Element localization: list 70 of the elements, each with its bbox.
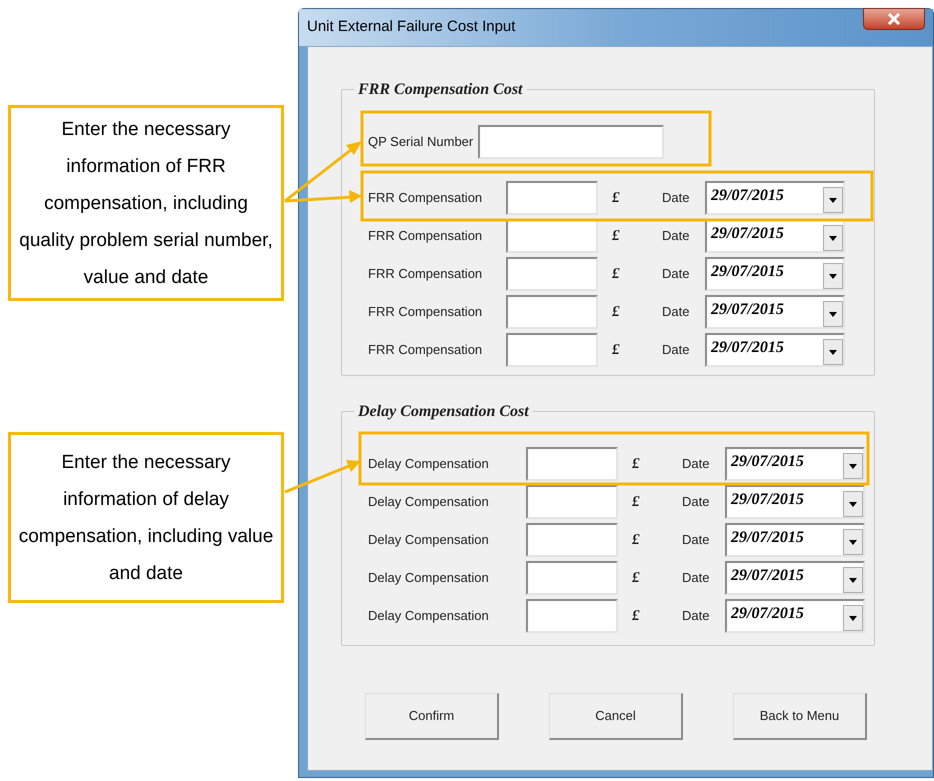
currency-symbol: £ [632, 492, 640, 512]
dialog-button[interactable]: Back to Menu [733, 693, 867, 740]
input-field[interactable] [506, 295, 598, 329]
field-label: Delay Compensation [368, 569, 490, 588]
window-title: Unit External Failure Cost Input [307, 17, 516, 38]
dialog-button[interactable]: Cancel [549, 693, 683, 740]
date-dropdown[interactable]: 29/07/2015 [705, 333, 845, 367]
field-label: FRR Compensation [368, 341, 484, 360]
input-field[interactable] [506, 257, 598, 291]
date-dropdown[interactable]: 29/07/2015 [725, 523, 865, 557]
currency-symbol: £ [632, 606, 640, 626]
close-icon [887, 13, 901, 25]
dropdown-arrow-icon [849, 464, 857, 468]
field-label: Date [662, 303, 690, 322]
currency-symbol: £ [632, 454, 640, 474]
dropdown-arrow-icon [829, 350, 837, 354]
callout-text: Enter the necessary information of delay compensation, including value and date [18, 450, 274, 586]
field-label: Date [662, 227, 690, 246]
dropdown-arrow-icon [849, 540, 857, 544]
dropdown-arrow-icon [849, 502, 857, 506]
date-dropdown[interactable]: 29/07/2015 [725, 447, 865, 481]
dialog-button[interactable]: Confirm [365, 693, 499, 740]
currency-symbol: £ [612, 302, 620, 322]
field-label: Delay Compensation [368, 531, 490, 550]
field-label: Date [682, 569, 710, 588]
input-field[interactable] [506, 181, 598, 215]
date-dropdown[interactable]: 29/07/2015 [725, 599, 865, 633]
field-label: Date [662, 189, 690, 208]
field-label: Delay Compensation [368, 455, 490, 474]
dropdown-arrow-icon [829, 312, 837, 316]
field-label: FRR Compensation [368, 303, 484, 322]
field-label: Date [662, 265, 690, 284]
dropdown-arrow-icon [849, 616, 857, 620]
input-field[interactable] [526, 485, 618, 519]
currency-symbol: £ [612, 264, 620, 284]
dropdown-arrow-icon [829, 274, 837, 278]
input-field[interactable] [526, 447, 618, 481]
field-label: FRR Compensation [368, 227, 484, 246]
field-label: Date [662, 341, 690, 360]
date-dropdown[interactable]: 29/07/2015 [705, 295, 845, 329]
field-label: Date [682, 493, 710, 512]
date-dropdown[interactable]: 29/07/2015 [725, 561, 865, 595]
date-dropdown[interactable]: 29/07/2015 [705, 181, 845, 215]
field-label: Delay Compensation [368, 607, 490, 626]
field-label: Date [682, 455, 710, 474]
field-label: Date [682, 607, 710, 626]
dropdown-arrow-icon [829, 236, 837, 240]
close-button[interactable] [863, 8, 925, 30]
callout-text: Enter the necessary information of FRR compensation, including quality problem serial number, value and date [18, 118, 274, 290]
field-label: Delay Compensation [368, 493, 490, 512]
currency-symbol: £ [612, 340, 620, 360]
input-field[interactable] [506, 219, 598, 253]
input-field[interactable] [526, 523, 618, 557]
field-label: FRR Compensation [368, 189, 484, 208]
currency-symbol: £ [632, 530, 640, 550]
currency-symbol: £ [612, 188, 620, 208]
input-field[interactable] [526, 561, 618, 595]
field-label: QP Serial Number [368, 133, 474, 152]
input-field[interactable] [478, 125, 664, 159]
date-dropdown[interactable]: 29/07/2015 [705, 257, 845, 291]
field-label: Date [682, 531, 710, 550]
field-label: FRR Compensation [368, 265, 484, 284]
dropdown-arrow-icon [829, 198, 837, 202]
currency-symbol: £ [612, 226, 620, 246]
date-dropdown[interactable]: 29/07/2015 [705, 219, 845, 253]
input-field[interactable] [526, 599, 618, 633]
currency-symbol: £ [632, 568, 640, 588]
dropdown-arrow-icon [849, 578, 857, 582]
input-field[interactable] [506, 333, 598, 367]
date-dropdown[interactable]: 29/07/2015 [725, 485, 865, 519]
